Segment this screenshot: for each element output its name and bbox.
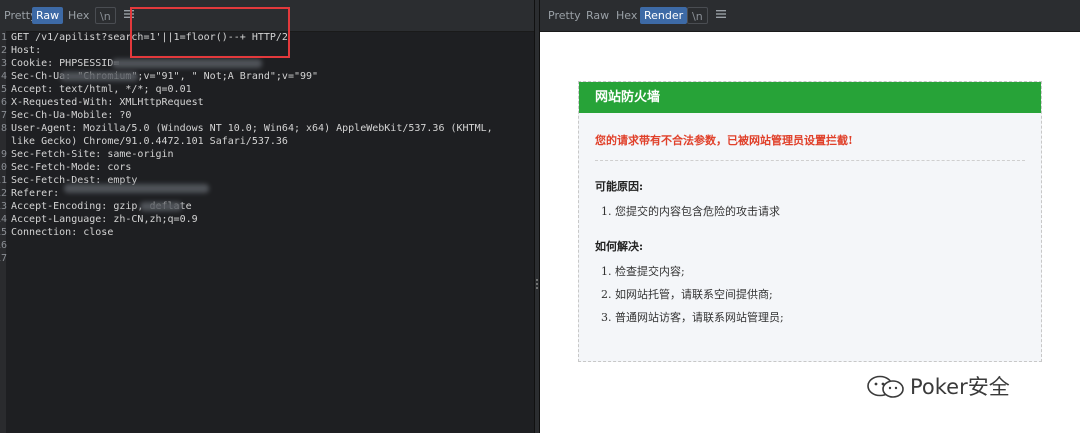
solution-item: 3. 普通网站访客，请联系网站管理员; [601,311,784,324]
line-number: 12 [0,188,7,199]
line-number: 8 [0,123,7,134]
waf-title: 网站防火墙 [579,82,1041,113]
hamburger-menu-icon[interactable] [711,8,731,25]
tab-raw[interactable]: Raw [32,7,64,24]
line-number: 4 [0,71,7,82]
line-number: 13 [0,201,7,212]
solutions-heading: 如何解决: [595,240,644,253]
request-line-text: like Gecko) Chrome/91.0.4472.101 Safari/… [11,136,288,147]
line-number: 9 [0,149,7,160]
request-line-text: X-Requested-With: XMLHttpRequest [11,97,204,108]
request-line-text: Referer: [11,188,66,199]
request-panel: Pretty Raw Hex \n 1 GET /v1/apilist?searc… [0,0,534,433]
line-number: 15 [0,227,7,238]
payload-highlight-box [130,7,290,58]
newline-toggle-button[interactable]: \n [95,7,116,24]
request-line-text: Host: [11,45,48,56]
request-line-text: Accept-Language: zh-CN,zh;q=0.9 [11,214,198,225]
reason-item: 1. 您提交的内容包含危险的攻击请求 [601,205,780,218]
tab-pretty[interactable]: Pretty [544,7,585,24]
tab-raw[interactable]: Raw [582,7,613,24]
waf-block-page: 网站防火墙 您的请求带有不合法参数，已被网站管理员设置拦截! 可能原因: 1. … [578,81,1042,362]
line-number: 2 [0,45,7,56]
line-number: 7 [0,110,7,121]
request-line-text: Connection: close [11,227,114,238]
line-number: 17 [0,253,7,264]
watermark-text: Poker安全 [910,375,1010,399]
line-number: 10 [0,162,7,173]
tab-hex[interactable]: Hex [64,7,93,24]
response-panel: Pretty Raw Hex Render \n 网站防火墙 您的请求带有不合法… [540,0,1080,433]
waf-warning-message: 您的请求带有不合法参数，已被网站管理员设置拦截! [595,134,853,147]
redacted-referer [64,184,209,193]
wechat-icon [867,375,904,398]
tab-render[interactable]: Render [640,7,688,24]
solution-item: 2. 如网站托管，请联系空间提供商; [601,288,773,301]
newline-toggle-button[interactable]: \n [687,7,708,24]
line-number: 14 [0,214,7,225]
request-line-text: Sec-Fetch-Site: same-origin [11,149,174,160]
line-number: 3 [0,58,7,69]
request-line-text: Sec-Ch-Ua-Mobile: ?0 [11,110,132,121]
line-number: 5 [0,84,7,95]
line-number: 6 [0,97,7,108]
request-line-text: User-Agent: Mozilla/5.0 (Windows NT 10.0… [11,123,493,134]
line-number: 1 [0,32,7,43]
request-line-text: Sec-Ch-Ua: "Chromium";v="91", " Not;A Br… [11,71,319,82]
redacted-cookie [112,59,262,68]
waf-separator [595,160,1025,161]
redacted-encoding [140,202,182,211]
reasons-heading: 可能原因: [595,180,644,193]
request-editor[interactable]: 1 GET /v1/apilist?search=1'||1=floor()--+… [0,31,534,433]
solution-item: 1. 检查提交内容; [601,265,685,278]
request-line-text: Accept: text/html, */*; q=0.01 [11,84,192,95]
request-line-text: Sec-Fetch-Mode: cors [11,162,132,173]
redacted-host [60,72,138,81]
request-line-text: Cookie: PHPSESSID= [11,58,120,69]
response-toolbar: Pretty Raw Hex Render \n [540,0,1080,32]
tab-hex[interactable]: Hex [612,7,641,24]
line-number: 11 [0,175,7,186]
line-number: 16 [0,240,7,251]
